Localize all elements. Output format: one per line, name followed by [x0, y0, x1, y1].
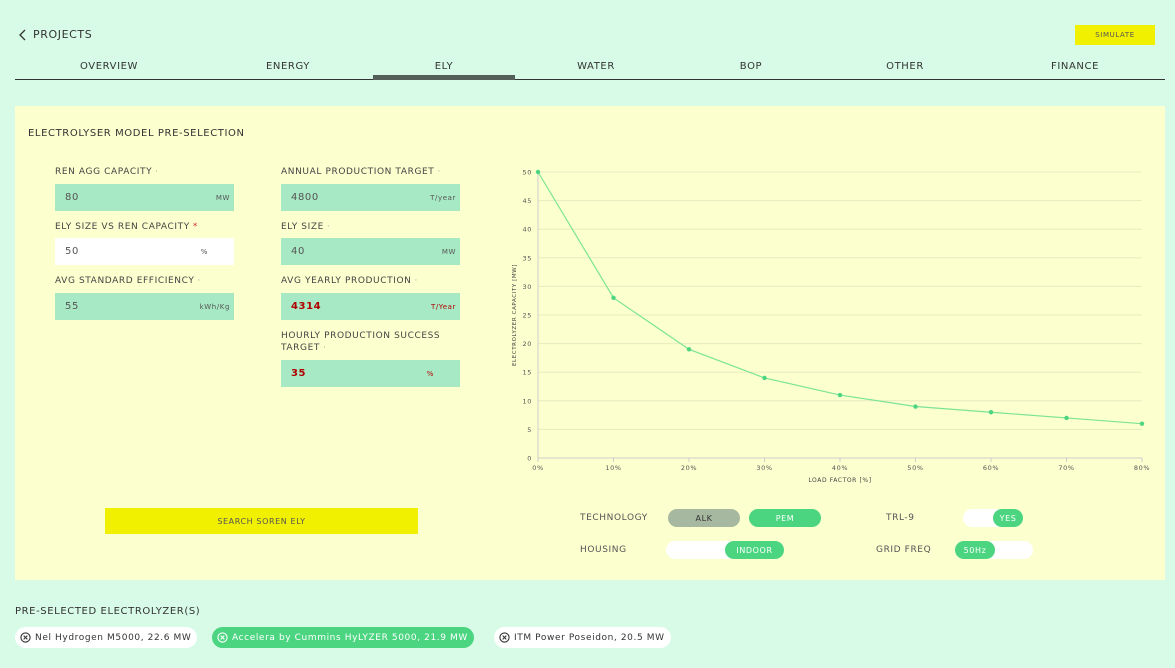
preselected-chip[interactable]: ITM Power Poseidon, 20.5 MW: [494, 627, 671, 648]
preselected-chip[interactable]: Accelera by Cummins HyLYZER 5000, 21.9 M…: [212, 627, 474, 648]
search-soren-ely-button[interactable]: SEARCH SOREN ELY: [105, 508, 418, 534]
housing-label: HOUSING: [580, 545, 627, 555]
x-tick-label: 80%: [1134, 464, 1150, 472]
annual-target-label: ANNUAL PRODUCTION TARGET ·: [281, 167, 441, 177]
technology-label: TECHNOLOGY: [580, 513, 648, 523]
data-point: [1064, 415, 1069, 421]
chip-label: Nel Hydrogen M5000, 22.6 MW: [35, 632, 192, 643]
remove-circle-icon[interactable]: [217, 632, 228, 643]
data-point: [1139, 421, 1145, 426]
x-tick-label: 20%: [681, 464, 697, 472]
y-tick-label: 5: [527, 426, 532, 434]
x-tick-label: 30%: [756, 464, 772, 472]
x-tick-label: 50%: [907, 464, 923, 472]
x-tick-label: 10%: [605, 464, 621, 472]
ely-size-field[interactable]: 40 MW: [281, 238, 460, 265]
ren-agg-capacity-label: REN AGG CAPACITY ·: [55, 167, 159, 177]
grid-freq-toggle-knob[interactable]: 50Hz: [955, 541, 995, 559]
avg-yearly-production-field: 4314 T/Year: [281, 293, 460, 320]
chip-label: ITM Power Poseidon, 20.5 MW: [514, 632, 665, 643]
preselected-chip[interactable]: Nel Hydrogen M5000, 22.6 MW: [15, 627, 198, 648]
tab-overview[interactable]: OVERVIEW: [38, 61, 180, 72]
avg-yearly-production-label: AVG YEARLY PRODUCTION ·: [281, 276, 418, 286]
y-tick-label: 45: [523, 197, 532, 205]
technology-alk-option[interactable]: ALK: [668, 509, 740, 527]
tab-bar: OVERVIEW ENERGY ELY WATER BOP OTHER FINA…: [15, 58, 1165, 80]
trl-toggle-knob[interactable]: YES: [993, 509, 1023, 527]
ren-agg-capacity-field[interactable]: 80 MW: [55, 184, 234, 211]
avg-std-efficiency-label: AVG STANDARD EFFICIENCY ·: [55, 276, 201, 286]
avg-std-efficiency-field[interactable]: 55 kWh/Kg: [55, 293, 234, 320]
trl-label: TRL-9: [886, 513, 915, 523]
back-label: PROJECTS: [33, 28, 93, 41]
data-point: [611, 295, 616, 301]
y-tick-label: 10: [523, 397, 532, 405]
y-tick-label: 15: [523, 369, 532, 377]
data-point: [686, 347, 692, 352]
ely-size-label: ELY SIZE ·: [281, 222, 331, 232]
y-tick-label: 35: [523, 254, 532, 262]
simulate-button[interactable]: SIMULATE: [1075, 25, 1155, 45]
ely-size-vs-ren-label: ELY SIZE VS REN CAPACITY *: [55, 222, 198, 232]
hourly-success-field: 35%: [281, 360, 460, 387]
back-to-projects-link[interactable]: PROJECTS: [18, 28, 92, 41]
preselected-title: PRE-SELECTED ELECTROLYZER(S): [15, 606, 201, 617]
chevron-left-icon: [19, 29, 26, 40]
remove-circle-icon[interactable]: [20, 632, 31, 643]
technology-pem-option[interactable]: PEM: [749, 509, 821, 527]
ely-preselection-panel: ELECTROLYSER MODEL PRE-SELECTION REN AGG…: [15, 106, 1165, 580]
y-tick-label: 30: [523, 283, 532, 291]
ely-size-vs-ren-input[interactable]: 50%: [55, 238, 234, 265]
tab-finance[interactable]: FINANCE: [1004, 61, 1146, 72]
data-point: [762, 375, 767, 381]
y-tick-label: 25: [523, 312, 532, 320]
tab-energy[interactable]: ENERGY: [217, 61, 359, 72]
tab-bop[interactable]: BOP: [680, 61, 822, 72]
series-line: [537, 171, 1143, 425]
y-tick-label: 20: [523, 340, 532, 348]
tab-other[interactable]: OTHER: [834, 61, 976, 72]
capacity-vs-load-chart: 0 5 10 15 20 25 30 35 40 45 50 0% 10% 20% 30% 40% 50% 60%…: [512, 169, 1150, 485]
data-point: [837, 392, 843, 398]
tab-water[interactable]: WATER: [525, 61, 667, 72]
tab-ely[interactable]: ELY: [373, 61, 515, 80]
y-tick-label: 50: [523, 169, 532, 177]
panel-title: ELECTROLYSER MODEL PRE-SELECTION: [28, 128, 245, 139]
hourly-success-label: HOURLY PRODUCTION SUCCESS TARGET ·: [281, 331, 441, 353]
data-point: [535, 169, 541, 175]
x-tick-label: 70%: [1058, 464, 1074, 472]
x-axis-label: LOAD FACTOR [%]: [808, 477, 871, 484]
annual-target-field[interactable]: 4800 T/year: [281, 184, 460, 211]
x-tick-label: 40%: [832, 464, 848, 472]
data-point: [988, 410, 994, 415]
y-tick-label: 40: [523, 226, 532, 234]
housing-toggle-knob[interactable]: INDOOR: [725, 541, 784, 559]
data-point: [913, 404, 918, 409]
y-axis-label: ELECTROLYZER CAPACITY [MW]: [512, 264, 518, 366]
grid-freq-label: GRID FREQ: [876, 545, 932, 555]
remove-circle-icon[interactable]: [499, 632, 510, 643]
x-tick-label: 0%: [532, 464, 544, 472]
chip-label: Accelera by Cummins HyLYZER 5000, 21.9 M…: [232, 632, 468, 643]
y-tick-label: 0: [527, 455, 532, 463]
x-tick-label: 60%: [983, 464, 999, 472]
